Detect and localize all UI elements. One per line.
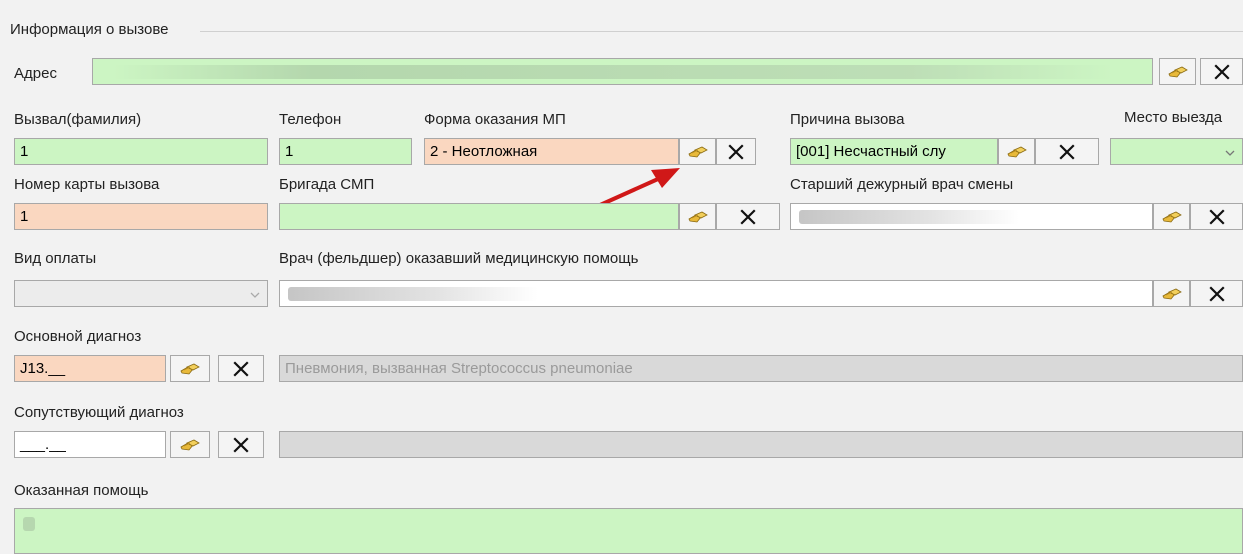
concomitant-diagnosis-clear-button[interactable] xyxy=(218,431,264,458)
senior-doctor-clear-button[interactable] xyxy=(1190,203,1243,230)
payment-type-label: Вид оплаты xyxy=(14,250,97,267)
address-label: Адрес xyxy=(14,65,57,82)
close-icon xyxy=(1058,143,1076,161)
senior-doctor-label: Старший дежурный врач смены xyxy=(790,176,1014,193)
departure-place-label: Место выезда xyxy=(1124,109,1223,126)
lookup-icon xyxy=(1161,209,1183,225)
redacted-text xyxy=(113,65,1113,79)
attending-doctor-lookup-button[interactable] xyxy=(1153,280,1190,307)
concomitant-diagnosis-label: Сопутствующий диагноз xyxy=(14,404,184,421)
caller-field[interactable]: 1 xyxy=(14,138,268,165)
concomitant-diagnosis-code-field[interactable]: ___.__ xyxy=(14,431,166,458)
lookup-icon xyxy=(687,144,709,160)
main-diagnosis-description: Пневмония, вызванная Streptococcus pneum… xyxy=(279,355,1243,382)
lookup-icon xyxy=(179,437,201,453)
call-reason-lookup-button[interactable] xyxy=(998,138,1035,165)
lookup-icon xyxy=(1006,144,1028,160)
concomitant-diagnosis-lookup-button[interactable] xyxy=(170,431,210,458)
close-icon xyxy=(1208,208,1226,226)
senior-doctor-lookup-button[interactable] xyxy=(1153,203,1190,230)
lookup-icon xyxy=(179,361,201,377)
close-icon xyxy=(1208,285,1226,303)
attending-doctor-field[interactable] xyxy=(279,280,1153,307)
main-diagnosis-label: Основной диагноз xyxy=(14,328,142,345)
redacted-text xyxy=(799,210,1019,224)
redacted-text xyxy=(23,517,35,531)
close-icon xyxy=(739,208,757,226)
departure-place-select[interactable] xyxy=(1110,138,1243,165)
close-icon xyxy=(1213,63,1231,81)
close-icon xyxy=(232,360,250,378)
main-diagnosis-lookup-button[interactable] xyxy=(170,355,210,382)
group-divider xyxy=(200,31,1243,32)
call-reason-clear-button[interactable] xyxy=(1035,138,1099,165)
main-diagnosis-clear-button[interactable] xyxy=(218,355,264,382)
ems-team-field[interactable] xyxy=(279,203,679,230)
payment-type-select[interactable] xyxy=(14,280,268,307)
care-provided-field[interactable] xyxy=(14,508,1243,554)
chevron-down-icon xyxy=(1224,145,1236,164)
ems-team-lookup-button[interactable] xyxy=(679,203,716,230)
card-number-label: Номер карты вызова xyxy=(14,176,160,193)
care-provided-label: Оказанная помощь xyxy=(14,482,149,499)
ems-team-label: Бригада СМП xyxy=(279,176,375,193)
phone-field[interactable]: 1 xyxy=(279,138,412,165)
address-lookup-button[interactable] xyxy=(1159,58,1196,85)
chevron-down-icon xyxy=(249,287,261,306)
close-icon xyxy=(727,143,745,161)
close-icon xyxy=(232,436,250,454)
group-title: Информация о вызове xyxy=(10,21,169,38)
ems-team-clear-button[interactable] xyxy=(716,203,780,230)
address-field[interactable] xyxy=(92,58,1153,85)
lookup-icon xyxy=(1167,64,1189,80)
senior-doctor-field[interactable] xyxy=(790,203,1153,230)
care-form-clear-button[interactable] xyxy=(716,138,756,165)
attending-doctor-clear-button[interactable] xyxy=(1190,280,1243,307)
lookup-icon xyxy=(1161,286,1183,302)
call-reason-field[interactable]: [001] Несчастный слу xyxy=(790,138,998,165)
redacted-text xyxy=(288,287,538,301)
call-reason-label: Причина вызова xyxy=(790,111,905,128)
concomitant-diagnosis-description xyxy=(279,431,1243,458)
lookup-icon xyxy=(687,209,709,225)
address-clear-button[interactable] xyxy=(1200,58,1243,85)
attending-doctor-label: Врач (фельдшер) оказавший медицинскую по… xyxy=(279,250,639,267)
care-form-label: Форма оказания МП xyxy=(424,111,566,128)
card-number-field[interactable]: 1 xyxy=(14,203,268,230)
phone-label: Телефон xyxy=(279,111,342,128)
main-diagnosis-code-field[interactable]: J13.__ xyxy=(14,355,166,382)
caller-label: Вызвал(фамилия) xyxy=(14,111,142,128)
